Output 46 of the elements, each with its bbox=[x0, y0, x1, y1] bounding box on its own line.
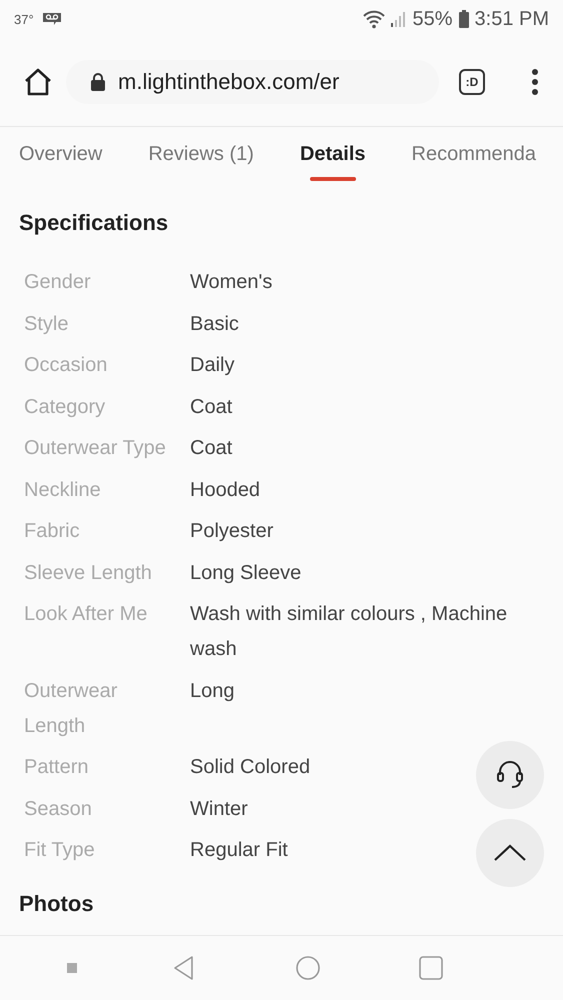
spec-value: Long Sleeve bbox=[190, 560, 302, 586]
spec-value: Long bbox=[190, 678, 234, 704]
spec-label: Pattern bbox=[24, 755, 90, 780]
spec-value: Coat bbox=[190, 436, 232, 461]
menu-icon bbox=[531, 67, 539, 97]
spec-value: Winter bbox=[190, 796, 248, 822]
signal-icon bbox=[390, 10, 406, 28]
spec-value: Women's bbox=[190, 270, 272, 295]
spec-value: Coat bbox=[190, 394, 232, 420]
lock-icon bbox=[90, 72, 106, 92]
spec-label: Fabric bbox=[24, 519, 81, 544]
temperature-text: 37° bbox=[14, 12, 34, 26]
voicemail-icon bbox=[42, 12, 62, 26]
tab[interactable]: Recommenda bbox=[412, 127, 536, 181]
url-text: m.lightinthebox.com/er bbox=[118, 69, 340, 95]
spec-label: Outerwear Length bbox=[24, 678, 118, 738]
spec-label: Gender bbox=[24, 270, 92, 295]
tab[interactable]: Overview bbox=[19, 127, 102, 181]
spec-label: Occasion bbox=[24, 353, 108, 378]
url-field[interactable]: m.lightinthebox.com/er bbox=[66, 60, 439, 104]
spec-value: Solid Colored bbox=[190, 755, 310, 780]
home-icon bbox=[23, 67, 53, 97]
section-title: Specifications bbox=[19, 209, 168, 237]
spec-value: Hooded bbox=[190, 478, 260, 502]
battery-percent-text: 55% bbox=[412, 8, 453, 30]
section-title: Photos bbox=[19, 890, 94, 918]
spec-label: Neckline bbox=[24, 478, 102, 502]
spec-label: Style bbox=[24, 312, 70, 336]
spec-value: Basic bbox=[190, 312, 239, 336]
tab-switcher-button[interactable]: :D bbox=[459, 69, 485, 95]
spec-value: Regular Fit bbox=[190, 838, 288, 863]
clock-text: 3:51 PM bbox=[474, 8, 549, 30]
tab[interactable]: Reviews (1) bbox=[148, 127, 254, 181]
spec-value: Daily bbox=[190, 353, 234, 378]
spec-label: Sleeve Length bbox=[24, 560, 153, 586]
caret-up-icon bbox=[492, 843, 528, 863]
tab[interactable]: Details bbox=[300, 127, 366, 181]
spec-label: Outerwear Type bbox=[24, 436, 167, 461]
wifi-icon bbox=[362, 9, 386, 29]
spec-label: Look After Me bbox=[24, 602, 148, 627]
spec-value: Polyester bbox=[190, 519, 274, 544]
spec-label: Category bbox=[24, 394, 106, 420]
spec-label: Fit Type bbox=[24, 838, 96, 863]
spec-value: Wash with similar colours , Machine wash bbox=[190, 602, 508, 662]
spec-label: Season bbox=[24, 796, 93, 822]
battery-icon bbox=[458, 10, 469, 28]
